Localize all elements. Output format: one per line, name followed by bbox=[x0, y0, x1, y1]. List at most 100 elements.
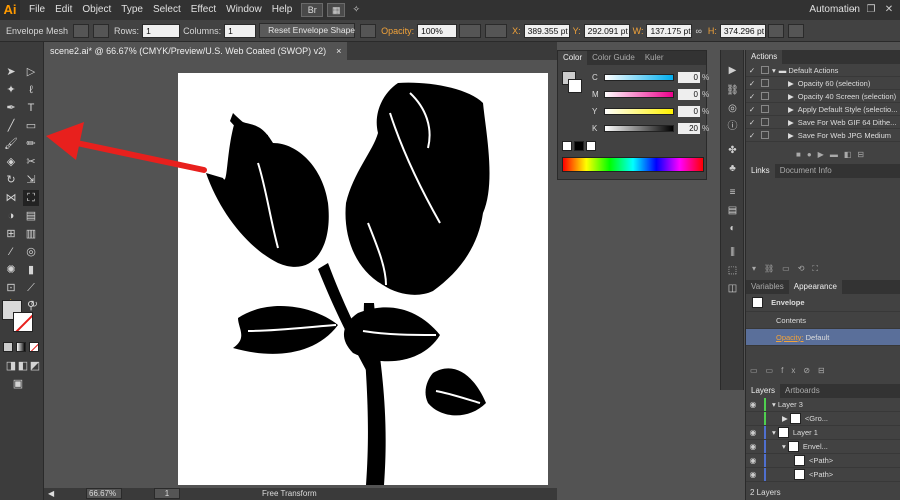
tab-layers[interactable]: Layers bbox=[746, 384, 781, 398]
layer-row[interactable]: ▶ <Gro... bbox=[746, 412, 900, 426]
arrange-documents-icon[interactable]: ▦ bbox=[327, 3, 346, 17]
color-mode-icon[interactable] bbox=[3, 342, 13, 352]
stroke-icon[interactable]: ≡ bbox=[725, 186, 740, 200]
perspective-grid-tool-icon[interactable]: ▤ bbox=[23, 208, 39, 224]
bridge-icon[interactable]: Br bbox=[301, 3, 324, 17]
link-proportions-icon[interactable]: ∞ bbox=[695, 26, 701, 36]
tab-artboards[interactable]: Artboards bbox=[780, 384, 825, 398]
shape-builder-tool-icon[interactable]: ◑ bbox=[3, 208, 19, 224]
stroke-swatch[interactable] bbox=[13, 312, 33, 332]
artboard-tool-icon[interactable]: ⊡ bbox=[3, 280, 19, 296]
column-graph-tool-icon[interactable]: ▮ bbox=[23, 262, 39, 278]
tab-appearance[interactable]: Appearance bbox=[788, 280, 842, 294]
layer-row[interactable]: ◉ ▾ Layer 3 bbox=[746, 398, 900, 412]
white-swatch[interactable] bbox=[586, 141, 596, 151]
menu-type[interactable]: Type bbox=[116, 0, 148, 20]
appearance-footer-icons[interactable]: ▭▭fx⊘⊟ bbox=[750, 366, 833, 375]
zoom-level-field[interactable]: 66.67% bbox=[86, 488, 122, 499]
menu-file[interactable]: File bbox=[24, 0, 50, 20]
x-input[interactable]: 389.355 pt bbox=[523, 23, 570, 38]
none-mode-icon[interactable] bbox=[29, 342, 39, 352]
symbols-icon[interactable]: ♣ bbox=[725, 162, 740, 176]
opacity-input[interactable]: 100% bbox=[417, 23, 458, 38]
brushes-icon[interactable]: ✤ bbox=[725, 144, 740, 158]
black-slider[interactable] bbox=[604, 125, 674, 132]
magenta-slider[interactable] bbox=[604, 91, 674, 98]
pen-tool-icon[interactable]: ✒ bbox=[3, 100, 19, 116]
actions-row[interactable]: ✓ ▶ Save For Web JPG Medium bbox=[746, 129, 900, 142]
symbol-sprayer-tool-icon[interactable]: ✺ bbox=[3, 262, 19, 278]
yellow-value[interactable]: 0 bbox=[678, 106, 700, 117]
artboard-number-field[interactable]: 1 bbox=[154, 488, 180, 499]
close-icon[interactable]: ✕ bbox=[882, 3, 896, 16]
visibility-eye-icon[interactable]: ◉ bbox=[746, 456, 760, 465]
menu-edit[interactable]: Edit bbox=[50, 0, 77, 20]
gradient-tool-icon[interactable]: ▥ bbox=[23, 226, 39, 242]
appearance-contents-row[interactable]: Contents bbox=[746, 312, 900, 329]
gradient-icon[interactable]: ▤ bbox=[725, 204, 740, 218]
opacity-label[interactable]: Opacity: bbox=[381, 26, 414, 36]
rows-input[interactable]: 1 bbox=[142, 23, 181, 38]
h-input[interactable]: 374.296 pt bbox=[719, 23, 766, 38]
tab-variables[interactable]: Variables bbox=[746, 280, 789, 294]
blend-tool-icon[interactable]: ◎ bbox=[23, 244, 39, 260]
reference-point-icon[interactable] bbox=[485, 23, 508, 38]
appearance-opacity-row[interactable]: Opacity: Default bbox=[746, 329, 900, 346]
line-tool-icon[interactable]: ╱ bbox=[3, 118, 19, 134]
slice-tool-icon[interactable]: ⟋ bbox=[23, 280, 39, 296]
scale-tool-icon[interactable]: ⇲ bbox=[23, 172, 39, 188]
menu-object[interactable]: Object bbox=[77, 0, 116, 20]
type-tool-icon[interactable]: T bbox=[23, 100, 39, 116]
make-with-mesh-icon[interactable] bbox=[73, 23, 90, 38]
y-input[interactable]: 292.091 pt bbox=[583, 23, 630, 38]
transparency-icon[interactable]: ◐ bbox=[725, 222, 740, 236]
tab-links[interactable]: Links bbox=[746, 164, 775, 178]
align-icon[interactable]: ⫼ bbox=[725, 246, 740, 260]
rectangle-tool-icon[interactable]: ▭ bbox=[23, 118, 39, 134]
actions-row[interactable]: ✓ ▶ Save For Web GIF 64 Dithe... bbox=[746, 116, 900, 129]
cyan-slider[interactable] bbox=[604, 74, 674, 81]
magenta-value[interactable]: 0 bbox=[678, 89, 700, 100]
blob-brush-tool-icon[interactable]: ◈ bbox=[3, 154, 19, 170]
color-spectrum[interactable] bbox=[562, 157, 704, 172]
rose-artwork[interactable] bbox=[178, 73, 548, 485]
make-with-warp-icon[interactable] bbox=[93, 23, 110, 38]
none-swatch[interactable] bbox=[562, 141, 572, 151]
panel-menu-icon[interactable] bbox=[787, 23, 804, 38]
navigator-icon[interactable]: ◎ bbox=[725, 102, 740, 116]
recolor-artwork-icon[interactable] bbox=[459, 23, 482, 38]
pathfinder-icon[interactable]: ◫ bbox=[725, 282, 740, 296]
screen-mode-icon[interactable]: ▣ bbox=[10, 376, 26, 392]
tab-color-guide[interactable]: Color Guide bbox=[587, 51, 640, 65]
tab-kuler[interactable]: Kuler bbox=[640, 51, 669, 65]
transform-panel-icon[interactable]: ⬚ bbox=[725, 264, 740, 278]
eraser-tool-icon[interactable]: ✂ bbox=[23, 154, 39, 170]
swap-fill-stroke-icon[interactable]: ↻ bbox=[26, 296, 42, 312]
info-icon[interactable]: ⓘ bbox=[725, 120, 740, 134]
layer-row[interactable]: ◉ ▾ Envel... bbox=[746, 440, 900, 454]
transform-icon[interactable] bbox=[767, 23, 784, 38]
artboard[interactable] bbox=[178, 73, 548, 485]
tab-actions[interactable]: Actions bbox=[746, 50, 783, 64]
layer-row[interactable]: ◉ ▾ Layer 1 bbox=[746, 426, 900, 440]
menu-effect[interactable]: Effect bbox=[186, 0, 221, 20]
menu-help[interactable]: Help bbox=[267, 0, 298, 20]
direct-selection-tool-icon[interactable]: ▷ bbox=[23, 64, 39, 80]
draw-inside-icon[interactable]: ◩ bbox=[27, 358, 43, 374]
menu-select[interactable]: Select bbox=[148, 0, 186, 20]
w-input[interactable]: 137.175 pt bbox=[646, 23, 693, 38]
reset-envelope-shape-button[interactable]: Reset Envelope Shape bbox=[259, 23, 356, 38]
black-swatch[interactable] bbox=[574, 141, 584, 151]
free-transform-tool-icon[interactable]: ⛶ bbox=[23, 190, 39, 206]
cyan-value[interactable]: 0 bbox=[678, 72, 700, 83]
paintbrush-tool-icon[interactable]: 🖌 bbox=[3, 136, 19, 152]
menu-window[interactable]: Window bbox=[221, 0, 267, 20]
document-tab[interactable]: scene2.ai* @ 66.67% (CMYK/Preview/U.S. W… bbox=[44, 42, 348, 60]
magic-wand-tool-icon[interactable]: ✦ bbox=[3, 82, 19, 98]
eyedropper-tool-icon[interactable]: ⁄ bbox=[3, 244, 19, 260]
columns-input[interactable]: 1 bbox=[224, 23, 257, 38]
mesh-tool-icon[interactable]: ⊞ bbox=[3, 226, 19, 242]
actions-row[interactable]: ✓ ▶ Opacity 60 (selection) bbox=[746, 77, 900, 90]
visibility-eye-icon[interactable]: ◉ bbox=[746, 470, 760, 479]
selection-tool-icon[interactable]: ➤ bbox=[3, 64, 19, 80]
